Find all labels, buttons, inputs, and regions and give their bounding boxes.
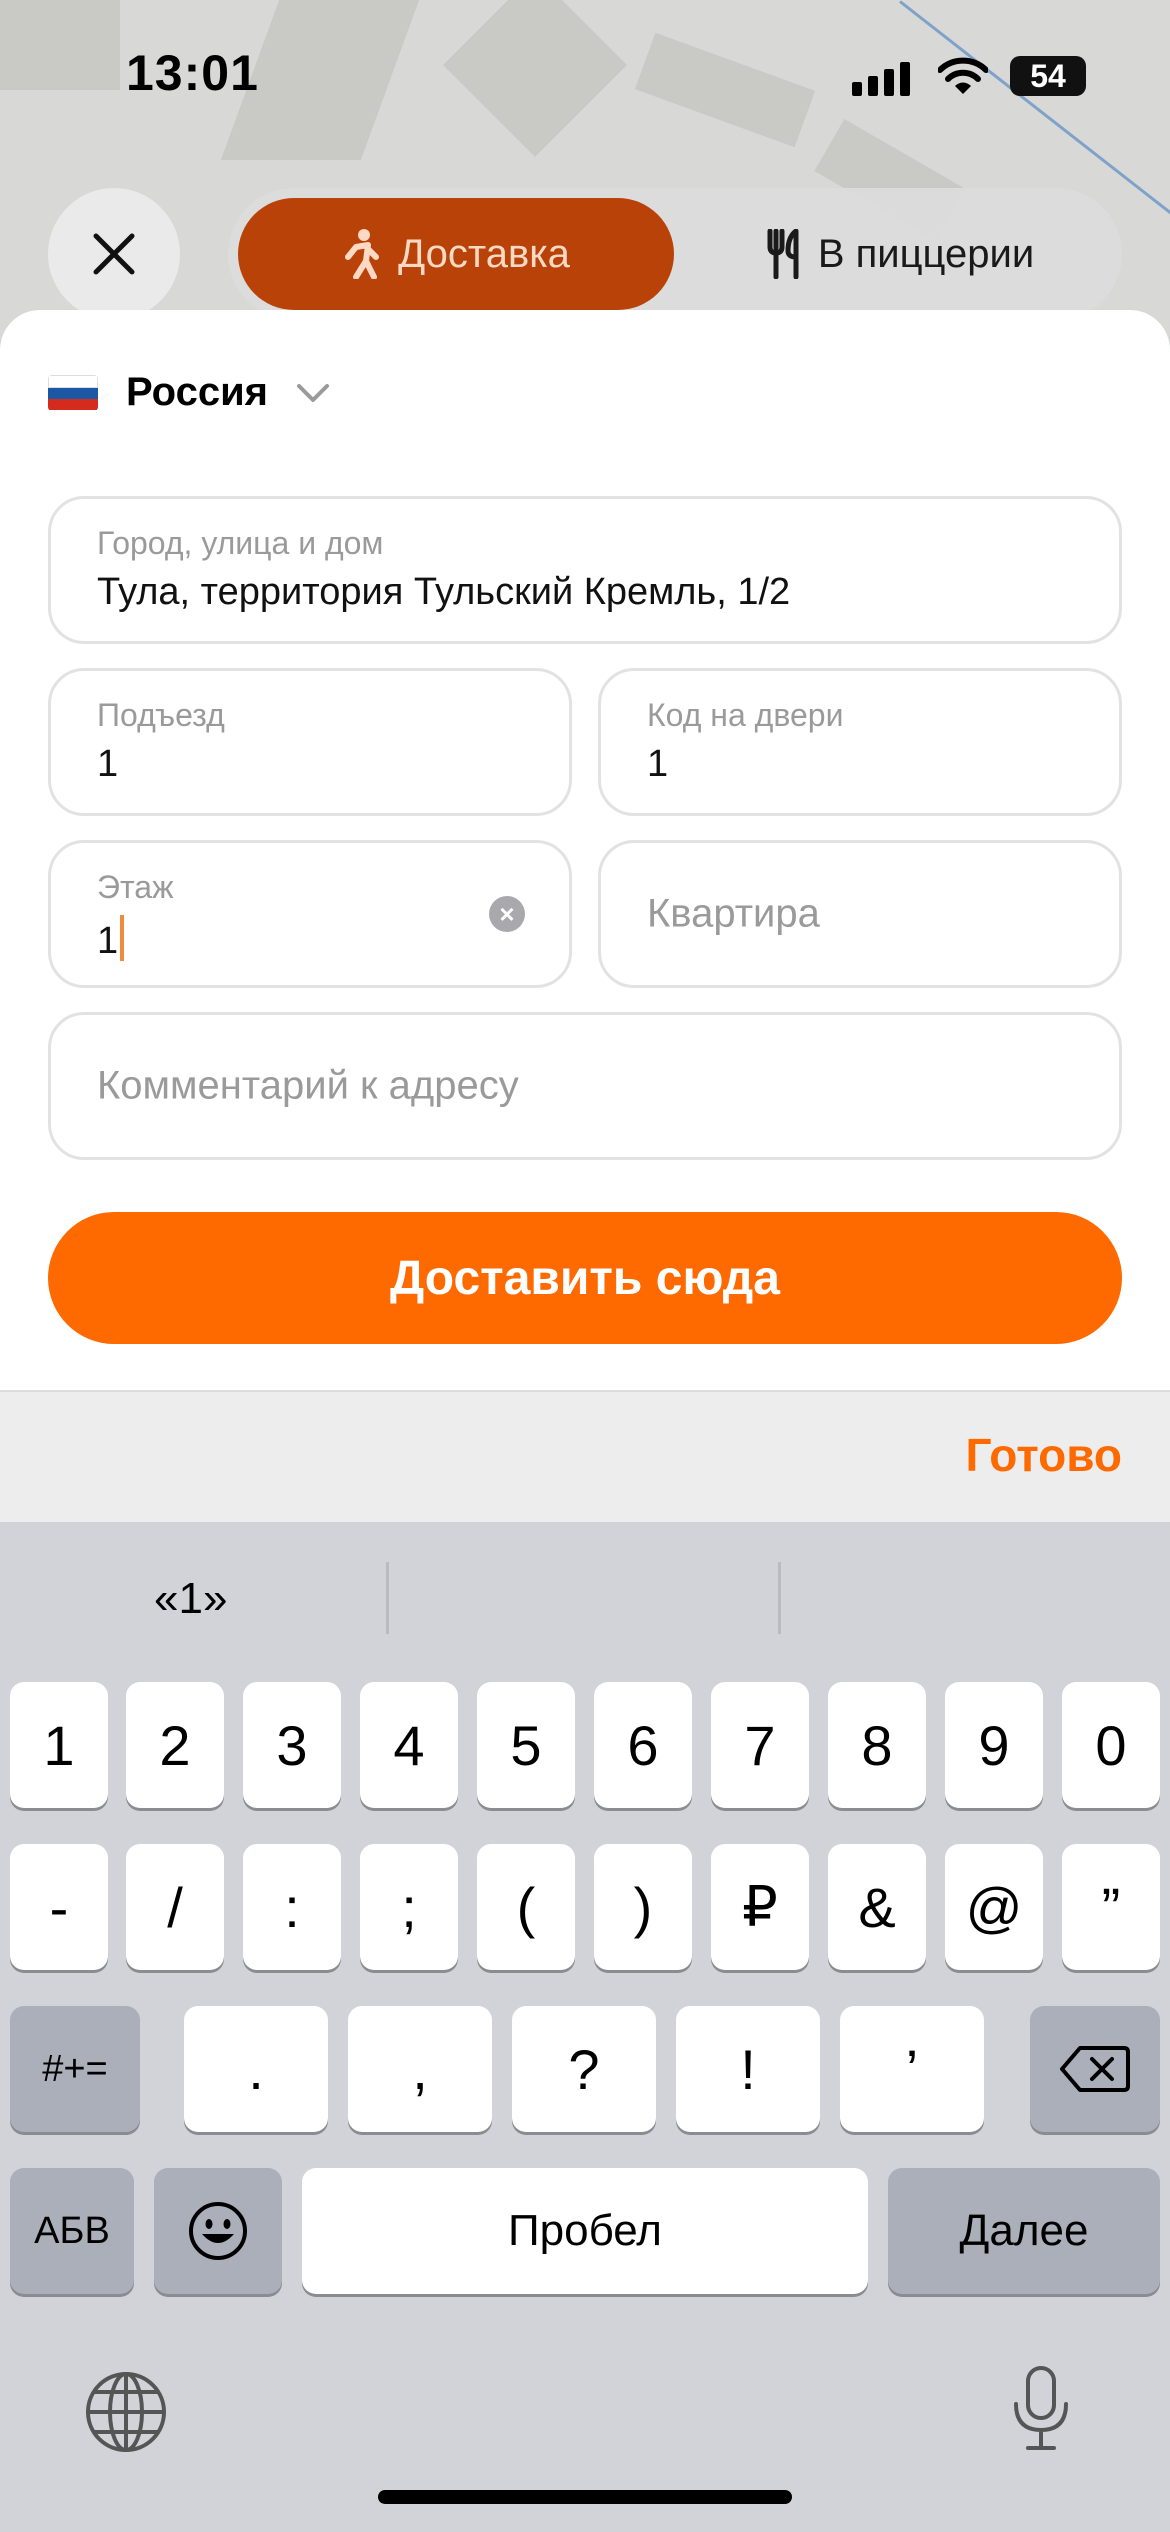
done-button[interactable]: Готово: [965, 1428, 1122, 1482]
key[interactable]: ,: [348, 2006, 492, 2132]
status-time: 13:01: [126, 45, 259, 101]
key[interactable]: /: [126, 1844, 224, 1970]
symbols-toggle-key[interactable]: #+=: [10, 2006, 140, 2132]
entrance-label: Подъезд: [97, 697, 225, 733]
key[interactable]: .: [184, 2006, 328, 2132]
text-caret: [120, 915, 125, 961]
key[interactable]: 3: [243, 1682, 341, 1808]
door-code-label: Код на двери: [647, 697, 844, 733]
walking-person-icon: [345, 229, 380, 279]
status-bar: 13:01 54: [0, 0, 1170, 150]
key[interactable]: ₽: [711, 1844, 809, 1970]
emoji-key[interactable]: [154, 2168, 282, 2294]
key[interactable]: ’: [840, 2006, 984, 2132]
key[interactable]: 5: [477, 1682, 575, 1808]
address-field[interactable]: Город, улица и дом Тула, территория Туль…: [48, 496, 1122, 644]
door-code-value: 1: [647, 743, 669, 785]
key[interactable]: ;: [360, 1844, 458, 1970]
country-name: Россия: [126, 370, 269, 414]
door-code-field[interactable]: Код на двери 1: [598, 668, 1122, 816]
key[interactable]: 7: [711, 1682, 809, 1808]
key[interactable]: -: [10, 1844, 108, 1970]
wifi-icon: [938, 57, 988, 94]
key[interactable]: (: [477, 1844, 575, 1970]
address-sheet: Россия Город, улица и дом Тула, территор…: [0, 310, 1170, 1390]
signal-icon: [852, 62, 912, 96]
entrance-value: 1: [97, 743, 119, 785]
apartment-placeholder: Квартира: [647, 891, 820, 936]
key[interactable]: 0: [1062, 1682, 1160, 1808]
numeric-keyboard: «1» 1 2 3 4 5 6 7 8 9 0 - / : ; ( ) ₽ & …: [0, 1522, 1170, 2532]
floor-label: Этаж: [97, 869, 174, 905]
keyboard-accessory-bar: Готово: [0, 1390, 1170, 1522]
close-button[interactable]: [48, 188, 180, 320]
key[interactable]: 2: [126, 1682, 224, 1808]
tab-delivery[interactable]: Доставка: [238, 198, 674, 310]
address-label: Город, улица и дом: [97, 525, 384, 561]
fork-knife-icon: [767, 229, 799, 279]
clear-icon[interactable]: ×: [489, 896, 525, 932]
key[interactable]: ): [594, 1844, 692, 1970]
close-icon: [93, 233, 135, 275]
emoji-icon: [189, 2202, 247, 2260]
russia-flag-icon: [48, 374, 98, 411]
tab-in-pizzeria-label: В пиццерии: [817, 231, 1035, 276]
floor-value: 1: [97, 920, 119, 962]
entrance-field[interactable]: Подъезд 1: [48, 668, 572, 816]
key[interactable]: @: [945, 1844, 1043, 1970]
floor-field[interactable]: Этаж 1 ×: [48, 840, 572, 988]
deliver-here-button[interactable]: Доставить сюда: [48, 1212, 1122, 1344]
suggestion-divider: [778, 1562, 781, 1634]
battery-indicator: 54: [1010, 56, 1086, 96]
key[interactable]: ”: [1062, 1844, 1160, 1970]
globe-icon[interactable]: [84, 2370, 168, 2454]
key[interactable]: 6: [594, 1682, 692, 1808]
key[interactable]: 4: [360, 1682, 458, 1808]
mic-icon[interactable]: [1010, 2364, 1072, 2454]
tab-in-pizzeria[interactable]: В пиццерии: [690, 198, 1110, 310]
suggestion-item[interactable]: «1»: [154, 1574, 227, 1624]
delivery-mode-toggle: Доставка В пиццерии: [228, 188, 1122, 320]
tab-delivery-label: Доставка: [398, 231, 570, 276]
key[interactable]: 8: [828, 1682, 926, 1808]
space-key[interactable]: Пробел: [302, 2168, 868, 2294]
home-indicator: [378, 2490, 792, 2504]
apartment-field[interactable]: Квартира: [598, 840, 1122, 988]
key[interactable]: 9: [945, 1682, 1043, 1808]
key[interactable]: 1: [10, 1682, 108, 1808]
country-selector[interactable]: Россия: [48, 370, 330, 415]
key[interactable]: &: [828, 1844, 926, 1970]
next-key[interactable]: Далее: [888, 2168, 1160, 2294]
backspace-key[interactable]: [1030, 2006, 1160, 2132]
key[interactable]: ?: [512, 2006, 656, 2132]
chevron-down-icon: [297, 383, 330, 402]
backspace-icon: [1060, 2046, 1130, 2092]
address-value: Тула, территория Тульский Кремль, 1/2: [97, 571, 791, 613]
alphabet-key[interactable]: АБВ: [10, 2168, 134, 2294]
comment-field[interactable]: Комментарий к адресу: [48, 1012, 1122, 1160]
key[interactable]: :: [243, 1844, 341, 1970]
comment-placeholder: Комментарий к адресу: [97, 1063, 519, 1108]
floor-value-wrap: 1: [97, 915, 125, 963]
suggestion-divider: [386, 1562, 389, 1634]
suggestion-bar: «1»: [0, 1522, 1170, 1672]
key[interactable]: !: [676, 2006, 820, 2132]
